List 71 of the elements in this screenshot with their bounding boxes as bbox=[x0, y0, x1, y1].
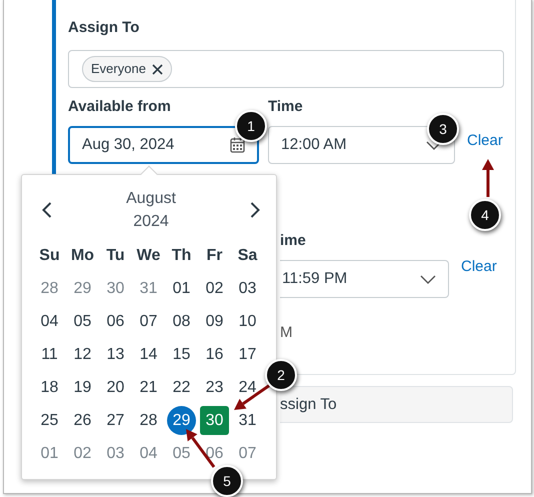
calendar-day[interactable]: 24 bbox=[233, 373, 262, 402]
calendar-day[interactable]: 14 bbox=[134, 340, 163, 369]
calendar-day[interactable]: 10 bbox=[233, 307, 262, 336]
weekday-label: Su bbox=[39, 246, 60, 266]
calendar-day[interactable]: 23 bbox=[200, 373, 229, 402]
calendar-day[interactable]: 19 bbox=[68, 373, 97, 402]
calendar-day[interactable]: 25 bbox=[35, 406, 64, 435]
calendar-icon[interactable] bbox=[230, 137, 245, 153]
calendar-day[interactable]: 21 bbox=[134, 373, 163, 402]
calendar-day[interactable]: 29 bbox=[167, 406, 196, 435]
year-label: 2024 bbox=[132, 212, 170, 232]
next-month-icon[interactable] bbox=[250, 202, 260, 218]
calendar-day[interactable]: 02 bbox=[68, 439, 97, 468]
month-label: August bbox=[126, 189, 176, 209]
assignee-tag[interactable]: Everyone bbox=[82, 56, 172, 82]
calendar-day[interactable]: 04 bbox=[134, 439, 163, 468]
calendar-day[interactable]: 30 bbox=[101, 274, 130, 303]
calendar-day[interactable]: 28 bbox=[35, 274, 64, 303]
field-label: Time bbox=[268, 97, 304, 117]
calendar-day[interactable]: 17 bbox=[233, 340, 262, 369]
calendar-day[interactable]: 31 bbox=[233, 406, 262, 435]
weekday-label: Tu bbox=[106, 246, 125, 266]
callout-marker: 5 bbox=[211, 465, 243, 497]
calendar-day[interactable]: 03 bbox=[233, 274, 262, 303]
previous-month-icon[interactable] bbox=[42, 202, 52, 218]
time-select[interactable]: 11:59 PM bbox=[280, 260, 449, 298]
partial-text: M bbox=[280, 323, 294, 343]
calendar-day[interactable]: 29 bbox=[68, 274, 97, 303]
callout-marker: 3 bbox=[427, 113, 459, 145]
calendar-day[interactable]: 15 bbox=[167, 340, 196, 369]
calendar-day[interactable]: 16 bbox=[200, 340, 229, 369]
calendar-day[interactable]: 30 bbox=[200, 406, 229, 435]
assign-to-field[interactable]: Everyone bbox=[68, 50, 504, 88]
calendar-day[interactable]: 01 bbox=[167, 274, 196, 303]
close-icon[interactable] bbox=[152, 64, 163, 74]
assign-to-button[interactable]: ssign To bbox=[280, 386, 513, 423]
calendar-day[interactable]: 02 bbox=[200, 274, 229, 303]
calendar-day[interactable]: 27 bbox=[101, 406, 130, 435]
clear-link[interactable]: Clear bbox=[461, 256, 497, 279]
calendar-day[interactable]: 11 bbox=[35, 340, 64, 369]
calendar-day[interactable]: 08 bbox=[167, 307, 196, 336]
calendar-day[interactable]: 12 bbox=[68, 340, 97, 369]
calendar-day[interactable]: 06 bbox=[200, 439, 229, 468]
calendar-day[interactable]: 18 bbox=[35, 373, 64, 402]
field-label: ime bbox=[280, 231, 307, 251]
field-label: Available from bbox=[68, 97, 172, 117]
calendar-day[interactable]: 01 bbox=[35, 439, 64, 468]
calendar-day[interactable]: 20 bbox=[101, 373, 130, 402]
callout-marker: 4 bbox=[469, 199, 501, 231]
calendar-day[interactable]: 09 bbox=[200, 307, 229, 336]
weekday-label: Sa bbox=[238, 246, 258, 266]
calendar-day[interactable]: 07 bbox=[134, 307, 163, 336]
calendar-day[interactable]: 31 bbox=[134, 274, 163, 303]
weekday-label: Mo bbox=[70, 246, 94, 266]
calendar-day[interactable]: 03 bbox=[101, 439, 130, 468]
clear-link[interactable]: Clear bbox=[467, 130, 503, 152]
calendar-day[interactable]: 06 bbox=[101, 307, 130, 336]
weekday-label: Fr bbox=[206, 246, 222, 266]
calendar-day[interactable]: 05 bbox=[68, 307, 97, 336]
weekday-label: We bbox=[136, 246, 160, 266]
weekday-label: Th bbox=[172, 246, 192, 266]
chevron-down-icon[interactable] bbox=[420, 274, 436, 284]
calendar-day[interactable]: 26 bbox=[68, 406, 97, 435]
calendar-day[interactable]: 04 bbox=[35, 307, 64, 336]
callout-marker: 1 bbox=[235, 110, 267, 142]
calendar-day[interactable]: 13 bbox=[101, 340, 130, 369]
calendar-day[interactable]: 05 bbox=[167, 439, 196, 468]
field-label: Assign To bbox=[68, 18, 140, 38]
calendar-day[interactable]: 07 bbox=[233, 439, 262, 468]
calendar-day[interactable]: 28 bbox=[134, 406, 163, 435]
calendar-day[interactable]: 22 bbox=[167, 373, 196, 402]
